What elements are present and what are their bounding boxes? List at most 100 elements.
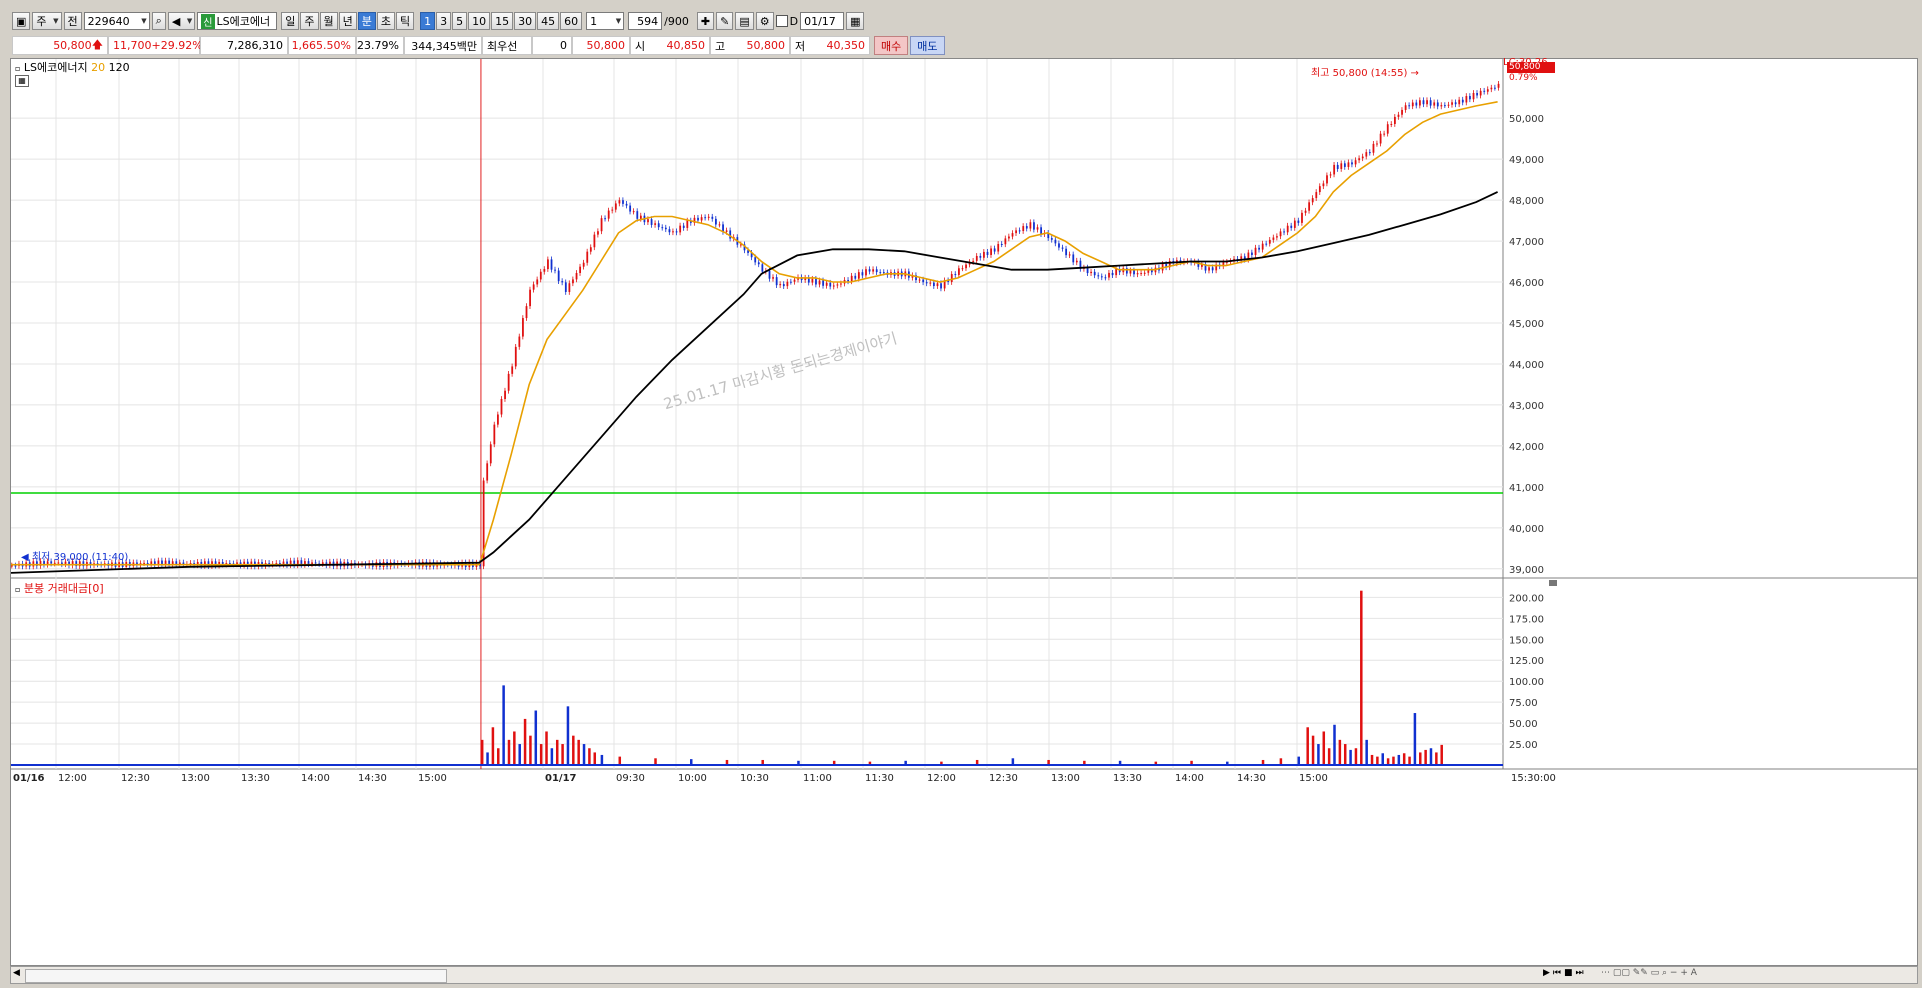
- tab-6[interactable]: 틱: [396, 12, 415, 30]
- layout-icon[interactable]: ▣: [12, 12, 31, 30]
- interval-input[interactable]: 1: [586, 12, 625, 30]
- time-tick-label: 15:00: [1299, 773, 1328, 784]
- candle-body: [228, 562, 231, 564]
- candle-body: [1304, 210, 1307, 213]
- low-value: 40,350: [826, 39, 866, 52]
- interval-7[interactable]: 60: [560, 12, 583, 30]
- volume-bar: [1360, 590, 1363, 765]
- tab-2[interactable]: 월: [319, 12, 338, 30]
- chart-tools-icon[interactable]: ⋯ ▢▢ ✎✎ ▭ ⌕ − + A: [1601, 968, 1697, 978]
- vol-legend-bullet-icon: ▫: [15, 585, 21, 594]
- amount-value: 344,345백만: [404, 36, 482, 55]
- candle-body: [811, 278, 814, 283]
- search-icon[interactable]: ⌕: [151, 12, 166, 30]
- candle-body: [1254, 247, 1257, 255]
- candle-body: [543, 269, 546, 272]
- stock-code-input[interactable]: 229640: [83, 12, 150, 30]
- legend-ma120: 120: [108, 61, 130, 74]
- scroll-left-icon[interactable]: ◀: [13, 968, 20, 978]
- volume-bar: [1349, 749, 1352, 765]
- candle-body: [1419, 100, 1421, 106]
- gear-icon[interactable]: ⚙: [755, 12, 774, 30]
- candle-body: [1022, 226, 1025, 232]
- interval-0[interactable]: 1: [420, 12, 436, 30]
- candle-body: [922, 279, 925, 283]
- high-box: 고 50,800: [710, 36, 790, 55]
- candle-body: [582, 262, 585, 267]
- sell-button[interactable]: 매도: [910, 36, 945, 55]
- tab-1[interactable]: 주: [300, 12, 319, 30]
- prev-button[interactable]: 전: [63, 12, 82, 30]
- candle-body: [1490, 87, 1493, 90]
- horizontal-scrollbar[interactable]: ◀ ▶⏮■⏭ ⋯ ▢▢ ✎✎ ▭ ⌕ − + A: [10, 966, 1918, 984]
- time-tick-label: 12:30: [121, 773, 150, 784]
- candle-body: [1329, 174, 1332, 176]
- candle-body: [1211, 267, 1214, 271]
- candle-body: [786, 281, 789, 287]
- d-checkbox[interactable]: D: [775, 14, 799, 28]
- scroll-thumb[interactable]: [25, 969, 447, 983]
- price-tick-label: 42,000: [1509, 442, 1544, 453]
- chart-window: ▣ 주 전 229640 ⌕ ◀ 신LS에코에너 일주월년분초틱 1351015…: [0, 0, 1922, 988]
- candle-body: [1208, 267, 1210, 271]
- candle-body: [1293, 220, 1296, 228]
- period-dropdown[interactable]: 주: [32, 12, 62, 30]
- candle-body: [1394, 116, 1396, 124]
- volume-bar: [1376, 756, 1379, 765]
- candle-body: [1133, 270, 1135, 275]
- time-tick-label: 10:00: [678, 773, 707, 784]
- candle-body: [486, 463, 489, 481]
- candle-body: [618, 200, 621, 204]
- tab-0[interactable]: 일: [281, 12, 300, 30]
- candle-body: [1115, 269, 1118, 276]
- candle-body: [857, 272, 860, 279]
- candle-body: [632, 211, 635, 213]
- date-input[interactable]: 01/17: [800, 12, 845, 30]
- volume-bar: [497, 748, 500, 765]
- stock-name-field[interactable]: 신 LS에코에너: [197, 12, 278, 30]
- grid-toggle-icon[interactable]: ▦: [15, 75, 29, 87]
- add-indicator-icon[interactable]: ✚: [696, 12, 715, 30]
- interval-4[interactable]: 15: [491, 12, 514, 30]
- candle-body: [568, 283, 571, 292]
- interval-2[interactable]: 5: [452, 12, 468, 30]
- interval-6[interactable]: 45: [537, 12, 560, 30]
- save-icon[interactable]: ▤: [735, 12, 754, 30]
- high-label: 고: [715, 39, 726, 53]
- price-tick-label: 48,000: [1509, 196, 1544, 207]
- interval-3[interactable]: 10: [468, 12, 491, 30]
- volume-bar: [480, 739, 484, 765]
- price-tick-label: 44,000: [1509, 360, 1544, 371]
- chart-area[interactable]: 39,000 40,000 41,000 42,000 43,000 44,000 45,0…: [10, 57, 1918, 966]
- candle-body: [1283, 231, 1286, 233]
- chart-canvas[interactable]: 39,000 40,000 41,000 42,000 43,000 44,000 45,0…: [11, 59, 1917, 965]
- volume-panel-handle: [1549, 580, 1557, 586]
- calendar-icon[interactable]: ▦: [846, 12, 865, 30]
- volume-bar: [593, 752, 597, 765]
- high-value: 50,800: [746, 39, 786, 52]
- draw-tool-icon[interactable]: ✎: [716, 12, 734, 30]
- candle-body: [1497, 83, 1500, 88]
- buy-button[interactable]: 매수: [874, 36, 909, 55]
- candle-body: [1376, 143, 1378, 145]
- candle-body: [961, 268, 964, 270]
- candle-body: [958, 268, 960, 275]
- interval-5[interactable]: 30: [514, 12, 537, 30]
- up-arrow-icon: 🡅: [91, 38, 103, 51]
- d-label: D: [789, 14, 799, 28]
- tab-5[interactable]: 초: [376, 12, 396, 30]
- candle-body: [1093, 271, 1096, 276]
- candle-body: [661, 227, 664, 229]
- count-input[interactable]: 594: [628, 12, 663, 30]
- interval-1[interactable]: 3: [436, 12, 452, 30]
- candle-body: [704, 217, 707, 219]
- tab-4[interactable]: 분: [357, 12, 376, 30]
- candle-body: [1433, 102, 1436, 106]
- playback-controls-icon[interactable]: ▶⏮■⏭: [1543, 968, 1587, 978]
- candle-body: [707, 216, 710, 218]
- candle-body: [522, 318, 524, 337]
- count-value: 594: [637, 14, 659, 28]
- speaker-icon[interactable]: ◀: [167, 12, 196, 30]
- checkbox-box[interactable]: [775, 15, 788, 27]
- tab-3[interactable]: 년: [338, 12, 357, 30]
